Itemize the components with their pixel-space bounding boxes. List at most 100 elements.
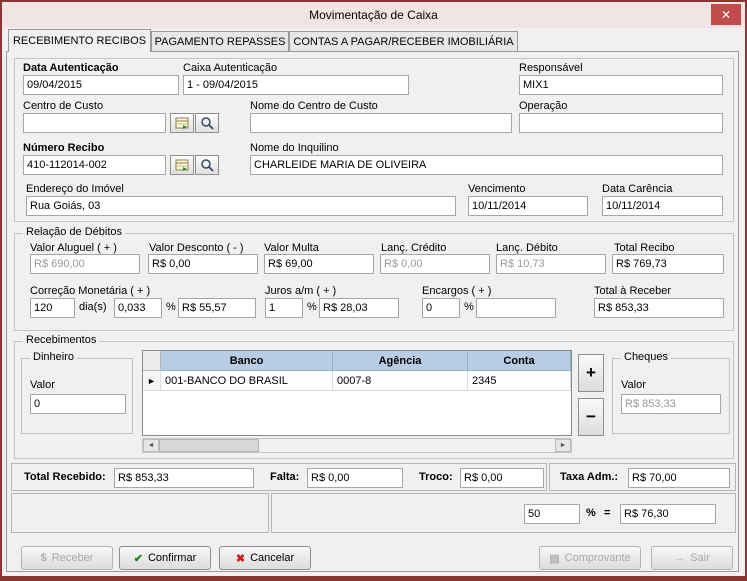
grid-column-banco[interactable]: Banco [161,351,333,371]
lookup-icon [175,117,189,129]
row-selector-icon: ► [143,371,161,391]
debitos-group-title: Relação de Débitos [23,226,125,238]
encargos-taxa-field[interactable] [422,298,460,318]
plus-icon: + [586,363,596,383]
vencimento-field[interactable] [468,196,588,216]
tab-recebimento-recibos[interactable]: RECEBIMENTO RECIBOS [8,29,151,52]
total-receber-field[interactable] [594,298,724,318]
sair-button[interactable]: → Sair [651,546,733,570]
receber-button[interactable]: $ Receber [21,546,113,570]
tab-page-recebimento: Data Autenticação Caixa Autenticação Res… [6,51,739,572]
centro-custo-lookup-button[interactable] [170,113,194,133]
tab-pagamento-repasses[interactable]: PAGAMENTO REPASSES [151,31,289,51]
grid-horizontal-scrollbar[interactable]: ◄ ► [142,438,572,453]
percentual-field[interactable] [524,504,580,524]
cell-conta: 2345 [468,371,571,391]
confirmar-button[interactable]: ✔ Confirmar [119,546,211,570]
correcao-dias-field[interactable] [30,298,75,318]
valor-multa-field[interactable] [264,254,374,274]
centro-custo-search-button[interactable] [195,113,219,133]
comprovante-button[interactable]: ▤ Comprovante [539,546,641,570]
lanc-credito-field[interactable] [380,254,490,274]
juros-taxa-field[interactable] [265,298,303,318]
scroll-right-icon[interactable]: ► [555,439,571,452]
tab-contas-pagar-receber[interactable]: CONTAS A PAGAR/RECEBER IMOBILIÁRIA [289,31,518,51]
percent-sign-label: % [586,507,596,519]
percentual-valor-field[interactable] [620,504,716,524]
x-icon: ✖ [236,552,245,565]
nome-centro-custo-field[interactable] [250,113,512,133]
troco-field[interactable] [460,468,544,488]
data-carencia-label: Data Carência [602,183,672,195]
cancelar-button[interactable]: ✖ Cancelar [219,546,311,570]
data-carencia-field[interactable] [602,196,723,216]
dinheiro-valor-field[interactable] [30,394,126,414]
close-button[interactable]: ✕ [711,4,741,25]
endereco-imovel-field[interactable] [26,196,456,216]
dias-label: dia(s) [79,301,107,313]
lanc-debito-field[interactable] [496,254,606,274]
operacao-label: Operação [519,100,567,112]
percent-label: % [307,301,317,313]
scroll-left-icon[interactable]: ◄ [143,439,159,452]
numero-recibo-field[interactable] [23,155,166,175]
add-row-button[interactable]: + [578,354,604,392]
sair-label: Sair [690,552,710,564]
grid-column-agencia[interactable]: Agência [333,351,468,371]
scrollbar-thumb[interactable] [159,439,259,452]
cheques-valor-field[interactable] [621,394,721,414]
encargos-valor-field[interactable] [476,298,556,318]
comprovante-label: Comprovante [565,552,631,564]
money-icon: $ [41,552,47,564]
juros-label: Juros a/m ( + ) [265,285,336,297]
cheques-valor-label: Valor [621,379,646,391]
total-recebido-field[interactable] [114,468,254,488]
vencimento-label: Vencimento [468,183,525,195]
scrollbar-track[interactable] [259,439,555,452]
search-icon [200,116,214,130]
caixa-autenticacao-field[interactable] [183,75,409,95]
correcao-taxa-field[interactable] [114,298,162,318]
total-recibo-label: Total Recibo [614,242,675,254]
cheques-group-title: Cheques [621,351,671,363]
remove-row-button[interactable]: − [578,398,604,436]
total-recibo-field[interactable] [612,254,724,274]
bancos-grid[interactable]: Banco Agência Conta ► 001-BANCO DO BRASI… [142,350,572,436]
grid-indicator-header [143,351,161,371]
responsavel-label: Responsável [519,62,583,74]
cheques-groupbox: Cheques Valor [612,358,730,434]
endereco-imovel-label: Endereço do Imóvel [26,183,124,195]
correcao-valor-field[interactable] [178,298,256,318]
debitos-groupbox: Relação de Débitos Valor Aluguel ( + ) V… [14,233,734,331]
valor-aluguel-field[interactable] [30,254,140,274]
operacao-field[interactable] [519,113,723,133]
grid-column-conta[interactable]: Conta [468,351,571,371]
nome-inquilino-field[interactable] [250,155,723,175]
grid-data-row[interactable]: ► 001-BANCO DO BRASIL 0007-8 2345 [143,371,571,391]
valor-desconto-field[interactable] [148,254,258,274]
lookup-icon [175,159,189,171]
responsavel-field[interactable] [519,75,723,95]
movimentacao-caixa-window: Movimentação de Caixa ✕ RECEBIMENTO RECI… [0,0,747,581]
valor-multa-label: Valor Multa [264,242,319,254]
juros-valor-field[interactable] [319,298,399,318]
troco-label: Troco: [419,471,453,483]
percentual-panel: % = [271,493,736,533]
cell-banco: 001-BANCO DO BRASIL [161,371,333,391]
receber-label: Receber [52,552,94,564]
falta-field[interactable] [307,468,403,488]
data-autenticacao-field[interactable] [23,75,179,95]
lanc-debito-label: Lanç. Débito [496,242,558,254]
numero-recibo-lookup-button[interactable] [170,155,194,175]
dinheiro-valor-label: Valor [30,379,55,391]
nome-inquilino-label: Nome do Inquilino [250,142,339,154]
falta-label: Falta: [270,471,299,483]
dinheiro-groupbox: Dinheiro Valor [21,358,133,434]
observacao-panel [11,493,269,533]
centro-custo-field[interactable] [23,113,166,133]
confirmar-label: Confirmar [148,552,196,564]
numero-recibo-search-button[interactable] [195,155,219,175]
taxa-adm-field[interactable] [628,468,730,488]
close-icon: ✕ [721,8,731,22]
cancelar-label: Cancelar [250,552,294,564]
